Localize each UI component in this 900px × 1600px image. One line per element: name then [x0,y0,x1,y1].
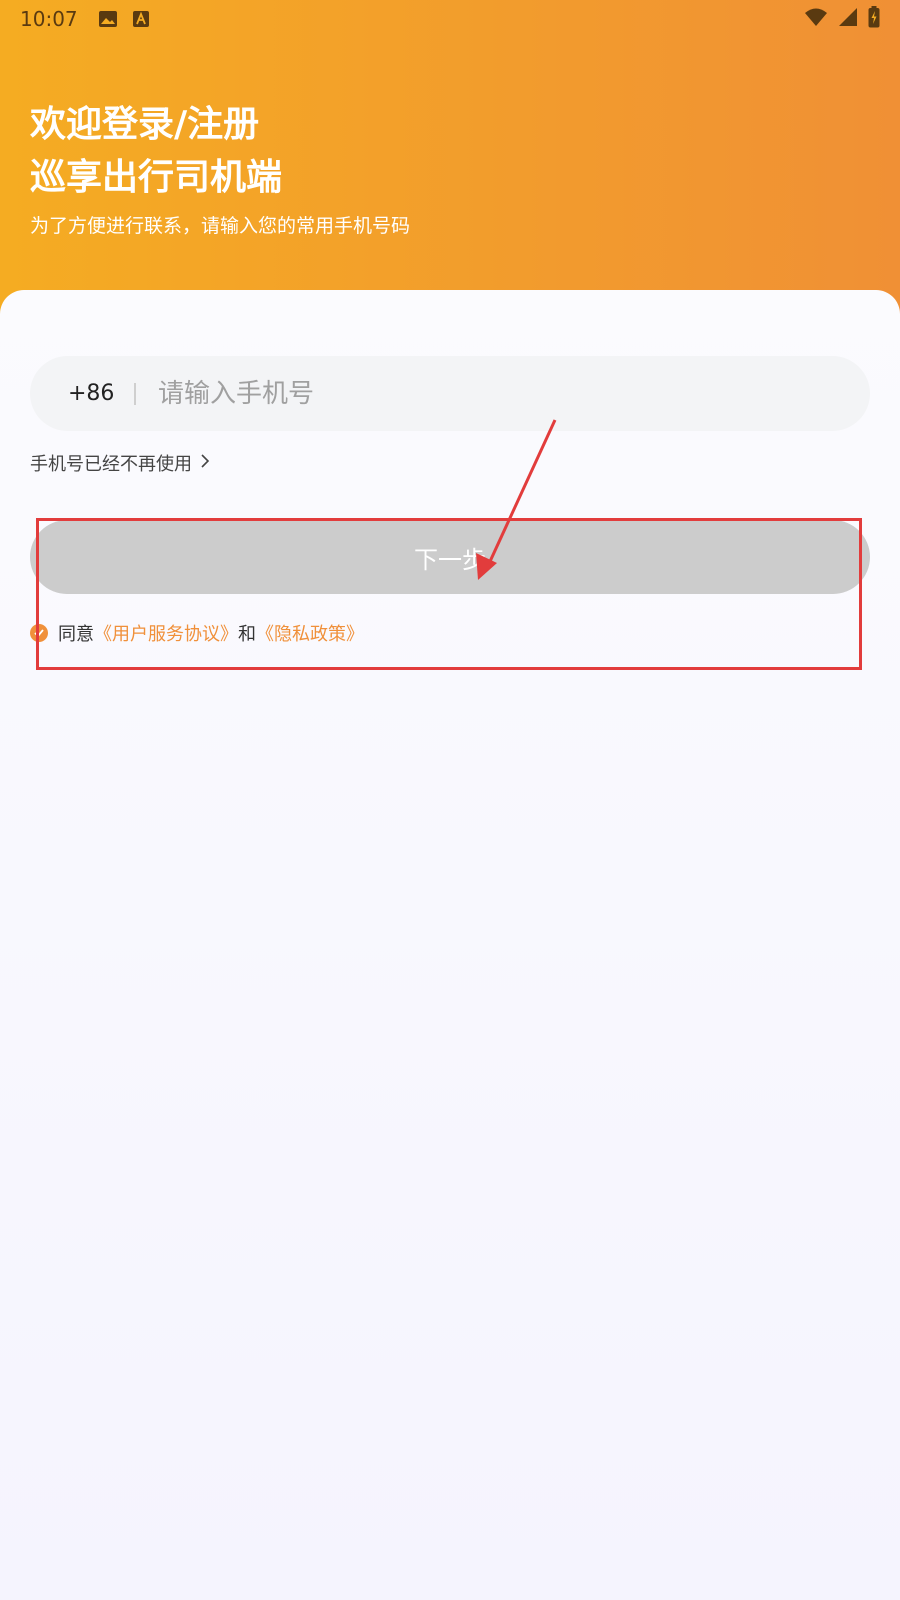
agreement-checkbox[interactable] [30,624,48,642]
image-icon [98,10,118,28]
agreement-row: 同意 《用户服务协议》 和 《隐私政策》 [30,620,364,646]
chevron-right-icon [200,453,210,474]
login-screen: 10:07 欢迎登录/注册 巡享出行司机端 为了方便进行联系，请输入您的常用手机… [0,0,900,1600]
status-bar: 10:07 [0,0,900,38]
page-title-line2: 巡享出行司机端 [30,157,283,198]
phone-no-longer-used-link[interactable]: 手机号已经不再使用 [30,450,210,476]
phone-input[interactable] [158,378,758,409]
next-button[interactable]: 下一步 [30,520,870,594]
country-code[interactable]: +86 [68,381,118,406]
page-title-line1: 欢迎登录/注册 [30,104,260,145]
agreement-prefix: 同意 [58,624,94,645]
status-time: 10:07 [20,7,78,31]
battery-charging-icon [868,6,880,32]
field-divider [134,382,136,405]
login-card [0,290,900,1600]
check-icon [34,629,44,638]
wifi-icon [804,7,828,31]
phone-no-longer-used-label: 手机号已经不再使用 [30,454,192,475]
status-right-icons [804,6,880,32]
agreement-connector: 和 [238,624,256,645]
signal-icon [838,7,858,31]
phone-field[interactable]: +86 [30,356,870,431]
privacy-policy-link[interactable]: 《隐私政策》 [256,620,364,646]
text-a-icon [132,10,150,28]
page-subtitle: 为了方便进行联系，请输入您的常用手机号码 [30,215,411,237]
user-agreement-link[interactable]: 《用户服务协议》 [94,620,238,646]
